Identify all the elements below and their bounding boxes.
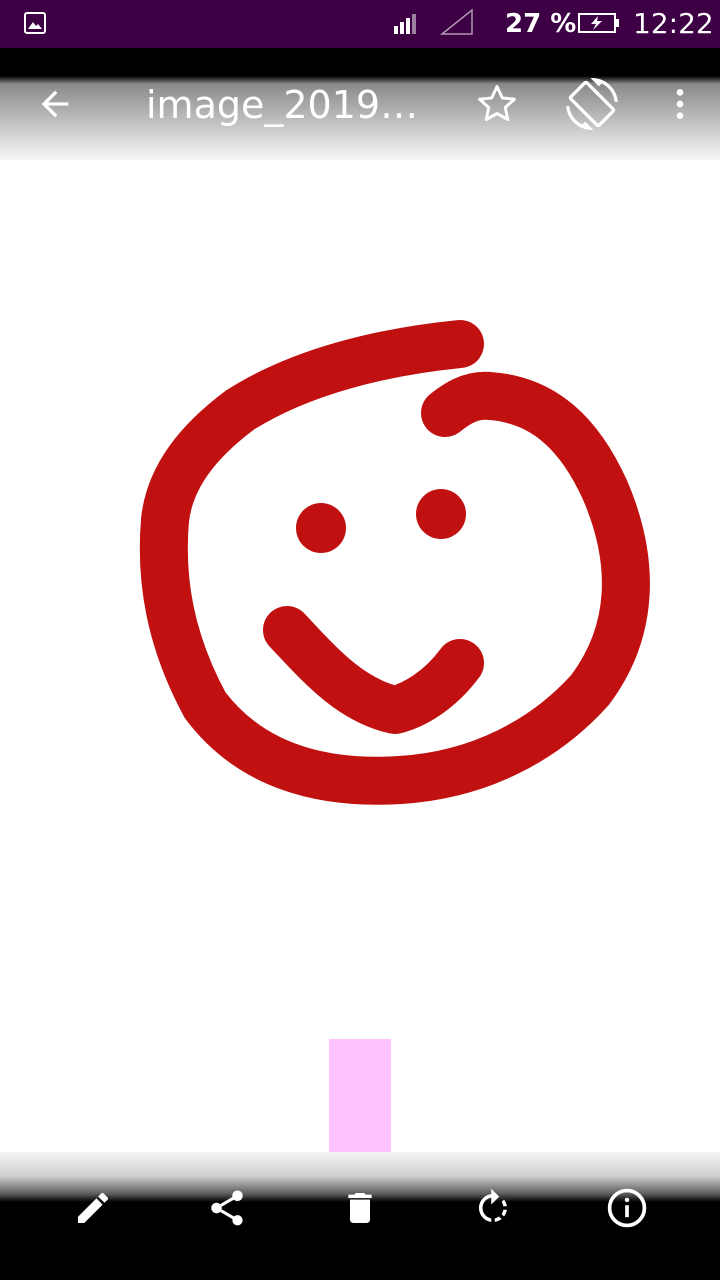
battery-charging-icon xyxy=(578,13,619,33)
bottom-action-bar xyxy=(0,1152,720,1280)
battery-percent: 27 % xyxy=(505,9,577,39)
more-options-button[interactable] xyxy=(641,58,718,150)
delete-button[interactable] xyxy=(320,1168,400,1248)
screen-rotation-icon xyxy=(566,78,618,130)
edit-button[interactable] xyxy=(53,1168,133,1248)
status-time: 12:22 xyxy=(633,7,714,40)
rotate-image-button[interactable] xyxy=(453,1168,533,1248)
share-icon xyxy=(211,1190,243,1226)
favorite-button[interactable] xyxy=(450,58,543,150)
share-button[interactable] xyxy=(187,1168,267,1248)
more-vert-icon xyxy=(676,89,683,119)
signal-icon xyxy=(394,14,416,34)
pencil-icon xyxy=(78,1192,109,1223)
arrow-left-icon xyxy=(41,90,69,118)
screen-rotation-button[interactable] xyxy=(545,58,639,150)
info-button[interactable] xyxy=(587,1168,667,1248)
image-notification-icon xyxy=(24,12,46,34)
star-outline-icon xyxy=(477,85,516,122)
rotate-icon xyxy=(479,1188,507,1222)
info-icon xyxy=(607,1188,647,1228)
trash-icon xyxy=(348,1193,372,1223)
status-bar: 27 % 12:22 xyxy=(0,0,720,48)
back-button[interactable] xyxy=(0,58,110,150)
cellular-signal-icon xyxy=(440,8,473,35)
toolbar: image_2019-0… xyxy=(0,48,720,160)
page-title: image_2019-0… xyxy=(146,83,431,127)
scroll-thumb[interactable] xyxy=(329,949,391,1039)
